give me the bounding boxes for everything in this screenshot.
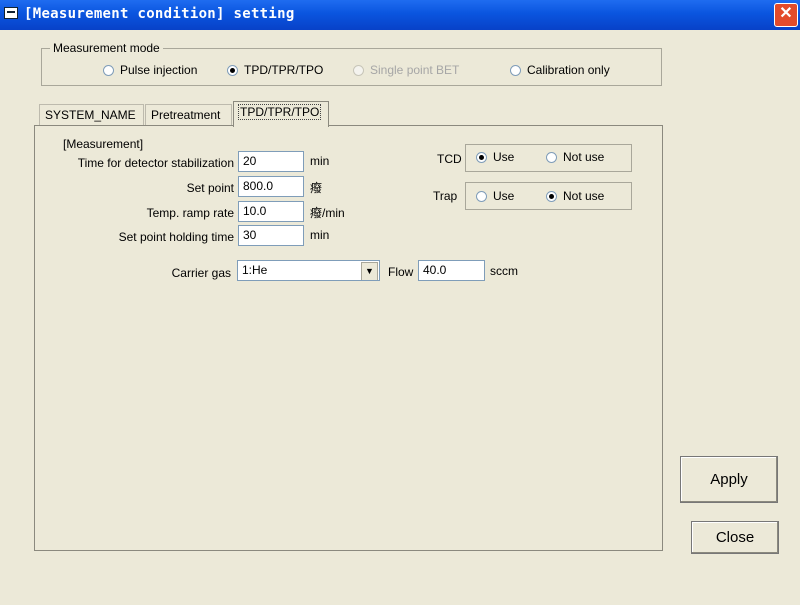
app-icon bbox=[4, 7, 18, 19]
label-trap: Trap bbox=[433, 189, 458, 203]
label-tcd: TCD bbox=[437, 152, 462, 166]
radio-circle-checked bbox=[227, 64, 238, 76]
title-bar: [Measurement condition] setting ✕ bbox=[0, 0, 800, 30]
trap-radio-use[interactable]: Use bbox=[476, 189, 514, 203]
label-flow: Flow bbox=[388, 265, 414, 279]
set-point-input[interactable]: 800.0 bbox=[238, 176, 304, 197]
mode-radio-calibration-only[interactable]: Calibration only bbox=[510, 63, 610, 77]
tab-system-name[interactable]: SYSTEM_NAME bbox=[39, 104, 144, 126]
radio-circle bbox=[510, 64, 521, 76]
unit-detector-stabilization: min bbox=[310, 154, 330, 168]
label-set-point-holding-time: Set point holding time bbox=[118, 230, 234, 244]
unit-set-point: 癈 bbox=[310, 181, 323, 195]
close-button[interactable]: Close bbox=[691, 521, 779, 554]
label-set-point: Set point bbox=[186, 181, 234, 195]
radio-circle-checked bbox=[546, 190, 557, 202]
label-carrier-gas: Carrier gas bbox=[171, 266, 231, 280]
tcd-radio-use[interactable]: Use bbox=[476, 150, 514, 164]
mode-radio-single-point-bet: Single point BET bbox=[353, 63, 459, 77]
trap-radio-not-use[interactable]: Not use bbox=[546, 189, 604, 203]
carrier-gas-select[interactable]: 1:He ▼ bbox=[237, 260, 380, 281]
unit-set-point-holding-time: min bbox=[310, 228, 330, 242]
set-point-holding-time-input[interactable]: 30 bbox=[238, 225, 304, 246]
carrier-gas-value: 1:He bbox=[242, 263, 268, 277]
radio-circle-checked bbox=[476, 151, 487, 163]
flow-input[interactable]: 40.0 bbox=[418, 260, 485, 281]
apply-button[interactable]: Apply bbox=[680, 456, 778, 503]
tab-pretreatment[interactable]: Pretreatment bbox=[145, 104, 232, 126]
chevron-down-icon[interactable]: ▼ bbox=[361, 262, 378, 280]
radio-circle bbox=[353, 64, 364, 76]
detector-stabilization-input[interactable]: 20 bbox=[238, 151, 304, 172]
radio-circle bbox=[546, 151, 557, 163]
section-label-measurement: [Measurement] bbox=[63, 137, 144, 151]
window-close-button[interactable]: ✕ bbox=[774, 3, 798, 27]
mode-radio-pulse-injection[interactable]: Pulse injection bbox=[103, 63, 197, 77]
unit-temp-ramp-rate: 癈/min bbox=[310, 206, 345, 220]
label-detector-stabilization: Time for detector stabilization bbox=[77, 156, 234, 170]
tcd-radio-not-use[interactable]: Not use bbox=[546, 150, 604, 164]
tab-tpd-tpr-tpo[interactable]: TPD/TPR/TPO bbox=[233, 101, 329, 127]
radio-circle bbox=[476, 190, 487, 202]
mode-radio-tpd-tpr-tpo[interactable]: TPD/TPR/TPO bbox=[227, 63, 323, 77]
temp-ramp-rate-input[interactable]: 10.0 bbox=[238, 201, 304, 222]
unit-flow: sccm bbox=[490, 264, 518, 278]
window-title: [Measurement condition] setting bbox=[24, 6, 295, 22]
measurement-mode-legend: Measurement mode bbox=[50, 41, 163, 55]
label-temp-ramp-rate: Temp. ramp rate bbox=[146, 206, 234, 220]
radio-circle bbox=[103, 64, 114, 76]
